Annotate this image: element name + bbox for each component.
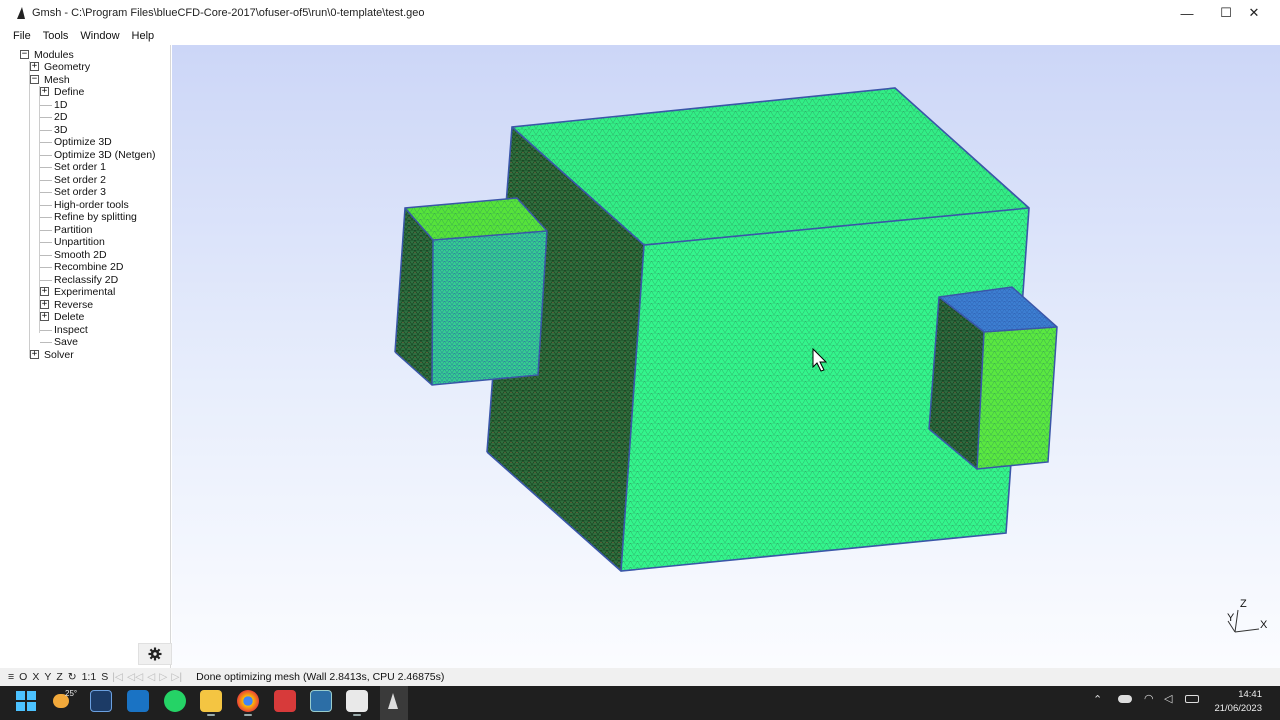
menu-toggle-button[interactable]: ≡ xyxy=(8,671,14,683)
tree-item-refine-by-splitting[interactable]: Refine by splitting xyxy=(54,211,137,224)
file-explorer-icon[interactable] xyxy=(200,690,222,712)
nav-last-button[interactable]: ▷| xyxy=(171,671,182,683)
status-bar: ≡ O X Y Z ↻ 1:1 S |◁ ◁◁ ◁ ▷ ▷| Done opti… xyxy=(0,668,1280,686)
expand-delete-toggle[interactable]: + xyxy=(40,312,49,321)
tree-item-3d[interactable]: 3D xyxy=(54,124,67,137)
window-title: Gmsh - C:\Program Files\blueCFD-Core-201… xyxy=(32,7,425,19)
menu-file[interactable]: File xyxy=(13,30,31,42)
tree-item-save[interactable]: Save xyxy=(54,336,78,349)
clock-date[interactable]: 21/06/2023 xyxy=(1214,703,1262,714)
menu-help[interactable]: Help xyxy=(132,30,155,42)
axis-label-z: Z xyxy=(1240,598,1247,610)
tree-item-modules[interactable]: Modules xyxy=(34,49,74,62)
gmsh-icon xyxy=(388,693,398,709)
windows-start-icon[interactable] xyxy=(15,690,37,712)
expand-define-toggle[interactable]: + xyxy=(40,87,49,96)
tree-item-reclassify-2d[interactable]: Reclassify 2D xyxy=(54,274,118,287)
tree-item-unpartition[interactable]: Unpartition xyxy=(54,236,105,249)
bluecfd-icon[interactable] xyxy=(310,690,332,712)
tree-item-delete[interactable]: Delete xyxy=(54,311,84,324)
weather-widget[interactable]: 25° xyxy=(53,689,78,712)
expand-geometry-toggle[interactable]: + xyxy=(30,62,39,71)
tree-item-optimize-3d[interactable]: Optimize 3D xyxy=(54,136,112,149)
gear-icon xyxy=(148,647,162,661)
tree-item-geometry[interactable]: Geometry xyxy=(44,61,90,74)
tree-item-partition[interactable]: Partition xyxy=(54,224,93,237)
menu-window[interactable]: Window xyxy=(80,30,119,42)
app-icon-1[interactable] xyxy=(90,690,112,712)
snipping-tool-icon[interactable] xyxy=(346,690,368,712)
tree-item-smooth-2d[interactable]: Smooth 2D xyxy=(54,249,107,262)
options-gear-button[interactable] xyxy=(138,643,172,665)
axis-label-y: Y xyxy=(1227,612,1235,624)
axis-label-x: X xyxy=(1260,619,1268,631)
tree-item-mesh[interactable]: Mesh xyxy=(44,74,70,87)
expand-reverse-toggle[interactable]: + xyxy=(40,300,49,309)
left-inlet-box xyxy=(394,197,548,386)
nav-first-button[interactable]: |◁ xyxy=(112,671,123,683)
view-ortho-button[interactable]: O xyxy=(19,671,27,683)
status-message: Done optimizing mesh (Wall 2.8413s, CPU … xyxy=(196,671,445,683)
volume-icon[interactable]: ◁ xyxy=(1164,692,1172,705)
tree-item-optimize-3d-netgen[interactable]: Optimize 3D (Netgen) xyxy=(54,149,156,162)
gmsh-taskbar-button[interactable] xyxy=(380,686,408,720)
close-button[interactable]: ✕ xyxy=(1235,0,1273,26)
menu-tools[interactable]: Tools xyxy=(43,30,69,42)
chrome-icon[interactable] xyxy=(237,690,259,712)
rotate-button[interactable]: ↻ xyxy=(68,671,77,683)
scale-1to1-button[interactable]: 1:1 xyxy=(82,671,97,683)
collapse-modules-toggle[interactable]: − xyxy=(20,50,29,59)
whatsapp-icon[interactable] xyxy=(164,690,186,712)
tree-item-define[interactable]: Define xyxy=(54,86,84,99)
minimize-button[interactable]: — xyxy=(1168,0,1206,26)
expand-experimental-toggle[interactable]: + xyxy=(40,287,49,296)
nav-rewind-button[interactable]: ◁◁ xyxy=(127,671,143,683)
onedrive-icon[interactable] xyxy=(1118,695,1132,703)
title-bar: Gmsh - C:\Program Files\blueCFD-Core-201… xyxy=(0,0,1280,26)
show-hidden-icons-chevron-icon[interactable]: ⌃ xyxy=(1093,693,1102,706)
tree-item-solver[interactable]: Solver xyxy=(44,349,74,362)
wifi-icon[interactable]: ◠ xyxy=(1144,692,1154,705)
weather-temperature: 25° xyxy=(65,689,78,698)
nav-prev-button[interactable]: ◁ xyxy=(147,671,155,683)
gmsh-logo-icon xyxy=(16,7,26,19)
view-y-button[interactable]: Y xyxy=(44,671,51,683)
graphics-viewport[interactable]: Z Y X xyxy=(172,45,1280,668)
tree-item-inspect[interactable]: Inspect xyxy=(54,324,88,337)
menu-bar: File Tools Window Help xyxy=(0,26,1280,45)
tree-item-set-order-1[interactable]: Set order 1 xyxy=(54,161,106,174)
taskbar xyxy=(0,686,1280,720)
view-z-button[interactable]: Z xyxy=(56,671,62,683)
running-indicator xyxy=(353,714,361,716)
tree-item-reverse[interactable]: Reverse xyxy=(54,299,93,312)
tree-item-2d[interactable]: 2D xyxy=(54,111,67,124)
running-indicator xyxy=(207,714,215,716)
view-x-button[interactable]: X xyxy=(32,671,39,683)
expand-solver-toggle[interactable]: + xyxy=(30,350,39,359)
app-icon-red[interactable] xyxy=(274,690,296,712)
running-indicator xyxy=(244,714,252,716)
nav-play-button[interactable]: ▷ xyxy=(159,671,167,683)
tree-item-experimental[interactable]: Experimental xyxy=(54,286,115,299)
right-outlet-box xyxy=(928,286,1058,470)
tree-item-1d[interactable]: 1D xyxy=(54,99,67,112)
select-button[interactable]: S xyxy=(101,671,108,683)
tree-item-set-order-3[interactable]: Set order 3 xyxy=(54,186,106,199)
battery-icon[interactable] xyxy=(1185,695,1199,703)
tree-item-set-order-2[interactable]: Set order 2 xyxy=(54,174,106,187)
collapse-mesh-toggle[interactable]: − xyxy=(30,75,39,84)
tree-guide-line xyxy=(29,61,30,358)
tree-item-recombine-2d[interactable]: Recombine 2D xyxy=(54,261,123,274)
mesh-3d-view xyxy=(394,87,1260,633)
mail-icon[interactable] xyxy=(127,690,149,712)
tree-item-high-order-tools[interactable]: High-order tools xyxy=(54,199,129,212)
clock-time[interactable]: 14:41 xyxy=(1238,689,1262,700)
module-tree: − Modules + Geometry − Mesh + Define 1D … xyxy=(6,45,172,668)
